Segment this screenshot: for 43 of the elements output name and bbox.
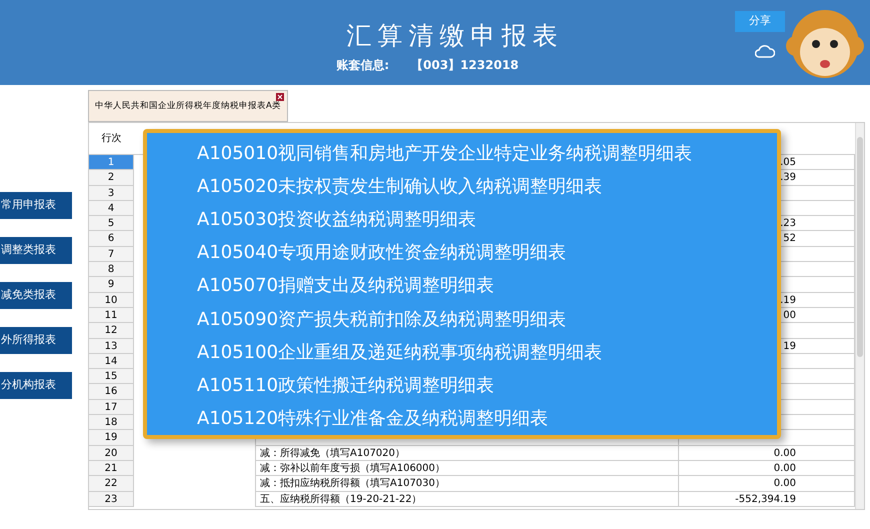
sidebar-button[interactable]: 减免类报表 [0, 282, 72, 309]
row-number[interactable]: 7 [89, 246, 134, 262]
page-title: 汇算清缴申报表 [346, 20, 564, 52]
cloud-icon [755, 44, 775, 58]
row-number[interactable]: 20 [89, 446, 134, 461]
row-number[interactable]: 12 [89, 323, 134, 339]
row-number[interactable]: 15 [89, 369, 134, 384]
item-name-cell: 减：抵扣应纳税所得额（填写A107030） [256, 476, 679, 492]
scrollbar[interactable] [855, 123, 864, 509]
row-number[interactable]: 13 [89, 338, 134, 354]
row-number[interactable]: 4 [89, 200, 134, 216]
item-name-cell: 减：所得减免（填写A107020） [256, 446, 679, 461]
item-name-cell: 减：弥补以前年度亏损（填写A106000） [256, 460, 679, 476]
account-value: 【003】1232018 [411, 57, 519, 74]
row-number[interactable]: 9 [89, 277, 134, 293]
row-number[interactable]: 10 [89, 292, 134, 308]
sidebar-button[interactable]: 调整类报表 [0, 237, 72, 264]
amount-cell: 0.00 [679, 446, 855, 461]
row-number[interactable]: 6 [89, 231, 134, 247]
amount-cell: -552,394.19 [679, 492, 855, 507]
row-number[interactable]: 22 [89, 476, 134, 492]
item-name-cell: 五、应纳税所得额（19-20-21-22） [256, 492, 679, 507]
row-number[interactable]: 17 [89, 400, 134, 416]
row-number[interactable]: 5 [89, 216, 134, 232]
row-number[interactable]: 3 [89, 186, 134, 201]
row-number[interactable]: 19 [89, 430, 134, 446]
account-label: 账套信息: [336, 57, 390, 74]
row-number[interactable]: 18 [89, 415, 134, 430]
amount-cell: 0.00 [679, 460, 855, 476]
row-number[interactable]: 14 [89, 354, 134, 370]
sidebar-button[interactable]: 外所得报表 [0, 327, 72, 354]
sidebar-button[interactable]: 常用申报表 [0, 192, 72, 219]
sidebar-button[interactable]: 分机构报表 [0, 372, 72, 399]
row-number[interactable]: 23 [89, 492, 134, 507]
document-tab[interactable]: 中华人民共和国企业所得税年度纳税申报表A类 [88, 90, 288, 122]
amount-cell: 0.00 [679, 476, 855, 492]
close-icon[interactable] [276, 93, 284, 101]
row-number[interactable]: 2 [89, 170, 134, 186]
row-number[interactable]: 16 [89, 384, 134, 400]
row-number[interactable]: 11 [89, 308, 134, 324]
row-number[interactable]: 8 [89, 262, 134, 278]
column-header: 行次 [100, 132, 122, 146]
row-number[interactable]: 21 [89, 460, 134, 476]
